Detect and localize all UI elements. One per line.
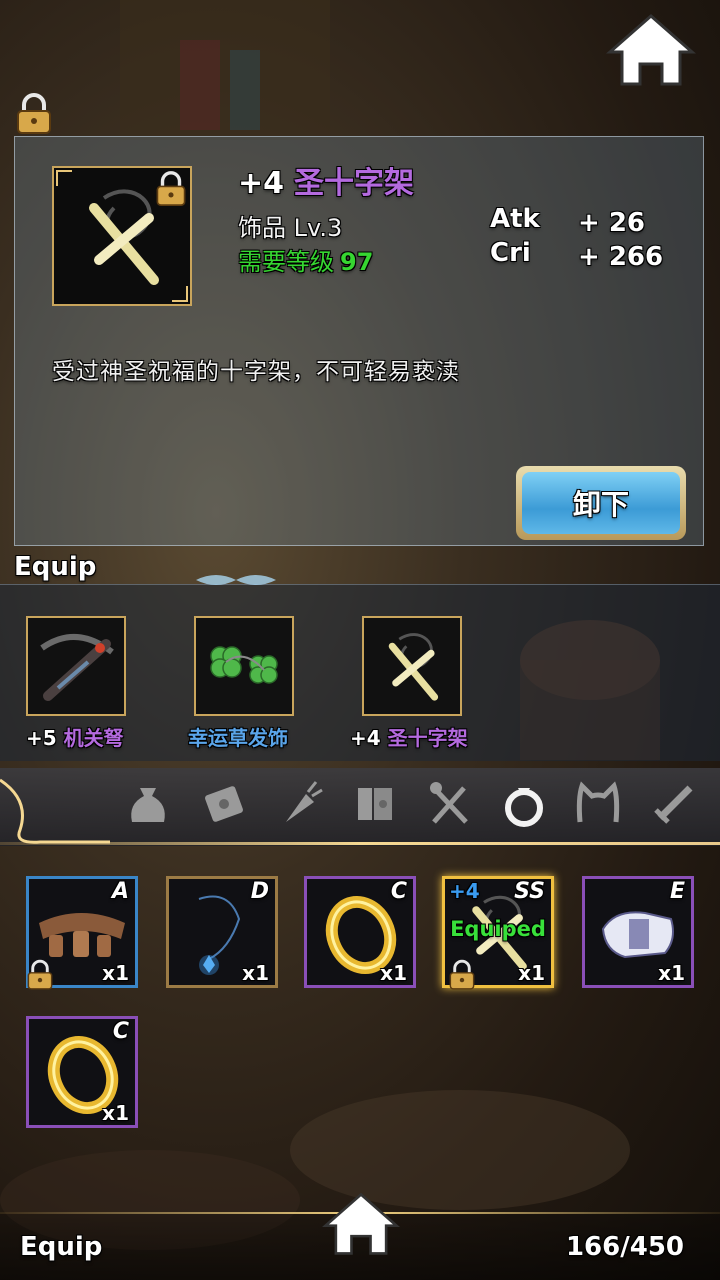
scroll-icon <box>205 786 243 822</box>
footer-title: Equip <box>20 1232 103 1262</box>
item-quantity: x1 <box>380 961 407 985</box>
item-grade: C <box>390 879 407 904</box>
tab-headwear[interactable] <box>570 776 626 832</box>
selected-item-frame <box>52 166 192 306</box>
item-quantity: x1 <box>658 961 685 985</box>
tab-bag[interactable] <box>120 776 176 832</box>
item-grade: D <box>250 879 269 904</box>
inventory-slot[interactable]: A x1 <box>26 876 138 990</box>
stat-value-cri: + 266 <box>578 242 664 272</box>
tab-weapon[interactable] <box>646 776 702 832</box>
sword-icon <box>654 785 693 824</box>
lock-icon[interactable] <box>14 92 54 136</box>
inventory-slot[interactable]: C x1 <box>26 1016 138 1128</box>
tab-food[interactable] <box>422 776 478 832</box>
equipped-plus: +4 <box>350 726 381 750</box>
item-grade: A <box>111 879 129 904</box>
inventory-slot[interactable]: C x1 <box>304 876 416 988</box>
item-grade: E <box>669 879 685 904</box>
equipped-status: Equiped <box>450 917 546 941</box>
unequip-button-label: 卸下 <box>522 472 680 534</box>
equipped-slot-crossbow[interactable] <box>26 616 126 716</box>
equipped-plus: +5 <box>26 726 57 750</box>
crossbow-icon <box>40 634 114 701</box>
tab-books[interactable] <box>348 776 404 832</box>
inventory-slot-equipped[interactable]: +4 SS Equiped x1 <box>442 876 554 990</box>
book-icon <box>358 788 392 820</box>
home-icon[interactable] <box>606 12 696 88</box>
equipped-name: 机关弩 <box>63 726 124 750</box>
item-title: +4 圣十字架 <box>238 158 414 202</box>
item-enhance-level: +4 <box>449 879 480 903</box>
equipped-caption-crossbow: +5 机关弩 <box>26 722 124 751</box>
tab-accessory[interactable] <box>496 776 552 832</box>
equip-section-title: Equip <box>14 552 97 582</box>
item-quantity: x1 <box>102 961 129 985</box>
clover-icon <box>210 646 278 684</box>
fork-spoon-icon <box>430 782 468 824</box>
unequip-button[interactable]: 卸下 <box>516 466 686 540</box>
stat-label-atk: Atk <box>490 204 540 234</box>
lock-icon <box>27 959 53 990</box>
item-grade: C <box>112 1019 129 1044</box>
inventory-slot[interactable]: E x1 <box>582 876 694 988</box>
lock-icon <box>156 171 186 206</box>
equipped-name: 幸运草发饰 <box>188 726 288 750</box>
equipped-caption-clover: 幸运草发饰 <box>188 722 288 751</box>
ring-icon <box>505 788 543 827</box>
swirl-ornament-icon <box>0 778 110 844</box>
item-required-level: 需要等级 97 <box>238 242 373 277</box>
item-quantity: x1 <box>242 961 269 985</box>
cat-ears-icon <box>576 781 620 823</box>
carrot-icon <box>286 781 323 822</box>
lock-icon <box>449 959 475 990</box>
equipped-name: 圣十字架 <box>387 726 468 750</box>
bag-icon <box>131 788 165 822</box>
inventory-slot[interactable]: D x1 <box>166 876 278 988</box>
item-description: 受过神圣祝福的十字架，不可轻易亵渎 <box>52 359 460 385</box>
required-level-value: 97 <box>340 248 374 276</box>
tab-vegetable[interactable] <box>272 776 328 832</box>
equipped-caption-cross: +4 圣十字架 <box>350 722 468 751</box>
item-type-level: 饰品 Lv.3 <box>238 214 343 242</box>
item-quantity: x1 <box>518 961 545 985</box>
inventory-capacity: 166/450 <box>565 1232 684 1262</box>
equipped-slot-clover[interactable] <box>194 616 294 716</box>
home-icon[interactable] <box>322 1190 400 1258</box>
stat-value-atk: + 26 <box>578 208 646 238</box>
item-grade: SS <box>514 879 545 904</box>
item-name: 圣十字架 <box>294 166 415 201</box>
required-level-label: 需要等级 <box>238 248 334 276</box>
item-quantity: x1 <box>102 1101 129 1125</box>
tab-scroll[interactable] <box>196 776 252 832</box>
stat-label-cri: Cri <box>490 238 531 268</box>
item-enhance-level: +4 <box>238 166 285 201</box>
ornament-icon <box>196 575 276 585</box>
equipped-slot-cross[interactable] <box>362 616 462 716</box>
cross-icon <box>388 633 439 701</box>
